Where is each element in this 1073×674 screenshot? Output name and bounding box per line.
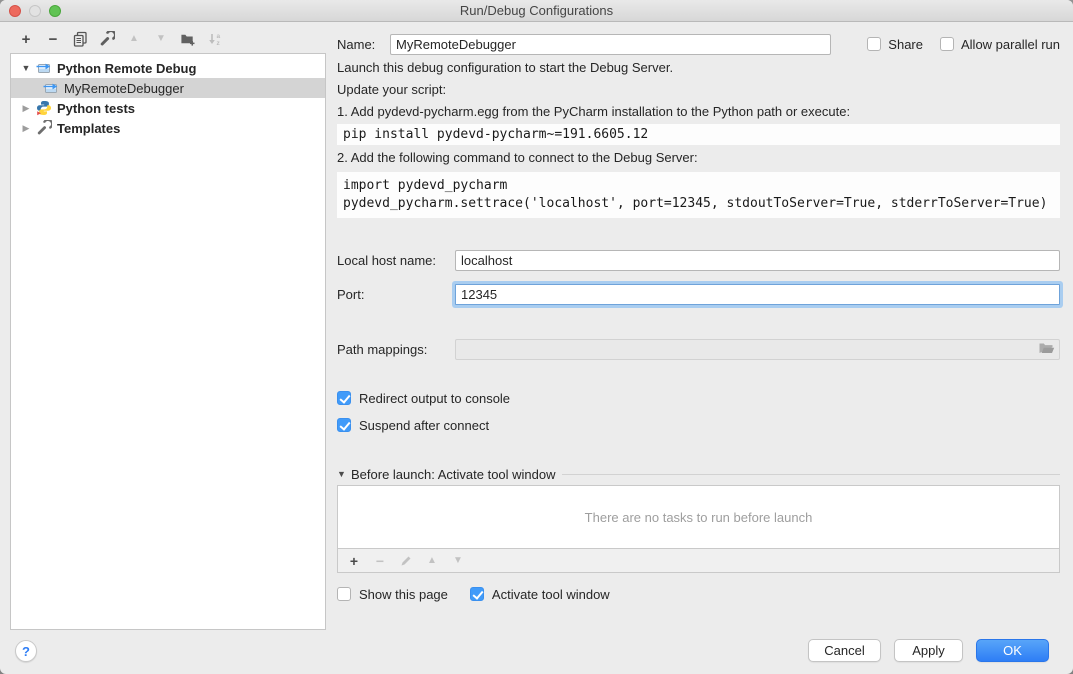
instructions-intro: Launch this debug configuration to start… [337, 57, 1060, 79]
add-configuration-icon[interactable]: + [18, 31, 34, 47]
name-input[interactable] [390, 34, 831, 55]
local-host-name-input[interactable] [455, 250, 1060, 271]
instructions-update: Update your script: [337, 79, 1060, 101]
redirect-output-checkbox[interactable] [337, 391, 351, 405]
move-up-icon: ▲ [126, 31, 142, 47]
share-checkbox[interactable] [867, 37, 881, 51]
remove-configuration-icon[interactable]: − [45, 31, 61, 47]
configurations-tree: ▼ Python Remote Debug MyRemoteDebugger ▶… [10, 53, 326, 630]
collapsed-arrow-icon[interactable]: ▶ [19, 123, 33, 134]
show-this-page-label: Show this page [359, 587, 448, 602]
sort-configurations-icon: az [207, 31, 223, 47]
zoom-window-button[interactable] [49, 5, 61, 17]
minimize-window-button [29, 5, 41, 17]
instructions-step2: 2. Add the following command to connect … [337, 147, 1060, 169]
cancel-button[interactable]: Cancel [808, 639, 881, 662]
instructions-step1: 1. Add pydevd-pycharm.egg from the PyCha… [337, 101, 1060, 123]
python-tests-icon [36, 100, 52, 116]
show-this-page-checkbox[interactable] [337, 587, 351, 601]
tree-item-label: MyRemoteDebugger [62, 81, 184, 96]
close-window-button[interactable] [9, 5, 21, 17]
create-folder-icon[interactable] [180, 31, 196, 47]
allow-parallel-run-checkbox[interactable] [940, 37, 954, 51]
tree-item-python-remote-debug[interactable]: ▼ Python Remote Debug [11, 58, 325, 78]
run-config-icon [36, 60, 52, 76]
move-down-icon: ▼ [153, 31, 169, 47]
run-config-icon [43, 80, 59, 96]
edit-task-icon [399, 554, 413, 568]
path-mappings-field[interactable] [455, 339, 1060, 360]
add-task-icon[interactable]: + [347, 554, 361, 568]
suspend-after-connect-checkbox[interactable] [337, 418, 351, 432]
help-button[interactable]: ? [15, 640, 37, 662]
collapsed-arrow-icon[interactable]: ▶ [19, 103, 33, 114]
allow-parallel-run-label: Allow parallel run [961, 37, 1060, 52]
tree-item-templates[interactable]: ▶ Templates [11, 118, 325, 138]
svg-text:z: z [217, 40, 221, 47]
activate-tool-window-checkbox[interactable] [470, 587, 484, 601]
titlebar: Run/Debug Configurations [0, 0, 1073, 22]
ok-button[interactable]: OK [976, 639, 1049, 662]
activate-tool-window-label: Activate tool window [492, 587, 610, 602]
configuration-editor: Name: Share Allow parallel run Launch th… [337, 22, 1060, 602]
path-mappings-label: Path mappings: [337, 342, 455, 357]
suspend-after-connect-label: Suspend after connect [359, 418, 489, 433]
tree-item-label: Python Remote Debug [55, 61, 196, 76]
dialog-buttons: Cancel Apply OK [808, 639, 1049, 662]
expanded-arrow-icon[interactable]: ▼ [19, 63, 33, 73]
name-label: Name: [337, 37, 390, 52]
browse-folder-icon[interactable] [1038, 341, 1055, 358]
move-task-down-icon: ▼ [451, 554, 465, 568]
templates-wrench-icon [36, 120, 52, 136]
before-launch-task-list[interactable]: There are no tasks to run before launch [337, 485, 1060, 549]
window-title: Run/Debug Configurations [460, 3, 613, 18]
before-launch-empty-text: There are no tasks to run before launch [585, 510, 813, 525]
pip-install-code: pip install pydevd-pycharm~=191.6605.12 [337, 124, 1060, 145]
traffic-lights [9, 0, 61, 22]
configurations-toolbar: + − ▲ ▼ az [18, 28, 223, 50]
tree-item-label: Python tests [55, 101, 135, 116]
share-label: Share [888, 37, 923, 52]
copy-configuration-icon[interactable] [72, 31, 88, 47]
port-label: Port: [337, 287, 455, 302]
svg-text:a: a [217, 33, 221, 40]
before-launch-toolbar: + − ▲ ▼ [337, 549, 1060, 573]
tree-item-label: Templates [55, 121, 120, 136]
sidebar: + − ▲ ▼ az ▼ Python Remote D [0, 22, 326, 674]
edit-templates-icon[interactable] [99, 31, 115, 47]
before-launch-title: Before launch: Activate tool window [351, 467, 562, 482]
settrace-code-line2: pydevd_pycharm.settrace('localhost', por… [343, 196, 1047, 211]
settrace-code-line1: import pydevd_pycharm [343, 178, 507, 193]
run-debug-configurations-dialog: Run/Debug Configurations + − ▲ ▼ az ▼ [0, 0, 1073, 674]
apply-button[interactable]: Apply [894, 639, 963, 662]
port-input[interactable] [455, 284, 1060, 305]
redirect-output-label: Redirect output to console [359, 391, 510, 406]
move-task-up-icon: ▲ [425, 554, 439, 568]
local-host-name-label: Local host name: [337, 253, 455, 268]
tree-item-python-tests[interactable]: ▶ Python tests [11, 98, 325, 118]
before-launch-collapse-icon[interactable]: ▼ [337, 469, 351, 479]
remove-task-icon: − [373, 554, 387, 568]
tree-item-myremotedebugger[interactable]: MyRemoteDebugger [11, 78, 325, 98]
settrace-code: import pydevd_pycharm pydevd_pycharm.set… [337, 172, 1060, 218]
question-mark-icon: ? [22, 644, 30, 659]
before-launch-divider [562, 474, 1060, 475]
